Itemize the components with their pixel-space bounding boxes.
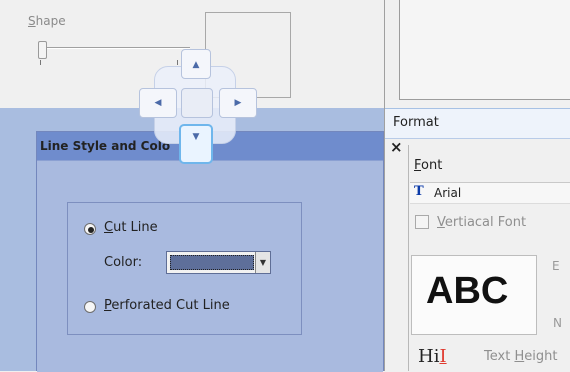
close-icon[interactable]: × [390,138,403,156]
text-height-rest: eight [524,349,558,364]
shape-label-rest: hape [35,14,66,28]
color-dropdown[interactable]: ▼ [166,251,271,274]
vertical-font-checkbox[interactable] [415,215,429,229]
right-arrow-icon: ▶ [234,98,242,108]
shape-label-accel: S [28,14,36,28]
cut-line-radio[interactable] [84,223,96,235]
format-panel-border [408,145,409,371]
dock-up-button[interactable]: ▲ [181,49,211,79]
slider-tick-end [177,60,178,65]
shape-slider-thumb[interactable] [38,41,47,59]
shape-slider-track[interactable] [42,47,190,49]
perforated-cut-line-label[interactable]: Perforated Cut Line [104,298,230,313]
text-height-prefix: Text [484,349,515,364]
text-height-icon-cursor: I [439,346,447,367]
dialog-title: Line Style and Colo [40,139,171,153]
up-arrow-icon: ▲ [192,60,200,70]
font-label-rest: ont [421,158,443,173]
dock-center-button[interactable] [181,88,213,118]
format-panel-title: Format [393,115,439,130]
text-height-label: Text Height [484,349,557,364]
dropdown-arrow-icon[interactable]: ▼ [255,252,270,273]
side-label-bottom: N [553,316,562,330]
perforated-cut-line-radio[interactable] [84,301,96,313]
down-arrow-icon: ▼ [192,132,200,142]
font-section-label: Font [414,158,442,173]
text-height-accel: H [514,349,525,364]
font-name: Arial [434,186,462,200]
cut-line-label-rest: ut Line [113,220,158,235]
vertical-font-label[interactable]: Vertiacal Font [437,215,526,230]
vertical-accel: V [437,215,445,230]
perforated-label-rest: erforated Cut Line [111,298,230,313]
right-top-preview [399,0,570,100]
vertical-label-rest: ertiacal Font [444,215,527,230]
dock-down-button[interactable]: ▼ [179,124,213,164]
cut-line-label[interactable]: Cut Line [104,220,158,235]
font-accel: F [414,158,422,173]
font-preview-text: ABC [426,270,509,312]
side-label-top: E [552,259,560,273]
slider-tick-start [40,60,41,65]
cut-line-accel: C [104,220,114,235]
pane-divider[interactable] [384,0,385,371]
text-height-icon: HiI [418,346,447,367]
dock-left-button[interactable]: ◀ [139,88,177,118]
shape-label: Shape [28,14,66,28]
truetype-font-icon: T [414,184,424,199]
color-swatch [170,255,254,270]
color-label: Color: [104,255,143,270]
text-height-icon-text: Hi [418,346,440,367]
dock-right-button[interactable]: ▶ [219,88,257,118]
left-arrow-icon: ◀ [154,98,162,108]
